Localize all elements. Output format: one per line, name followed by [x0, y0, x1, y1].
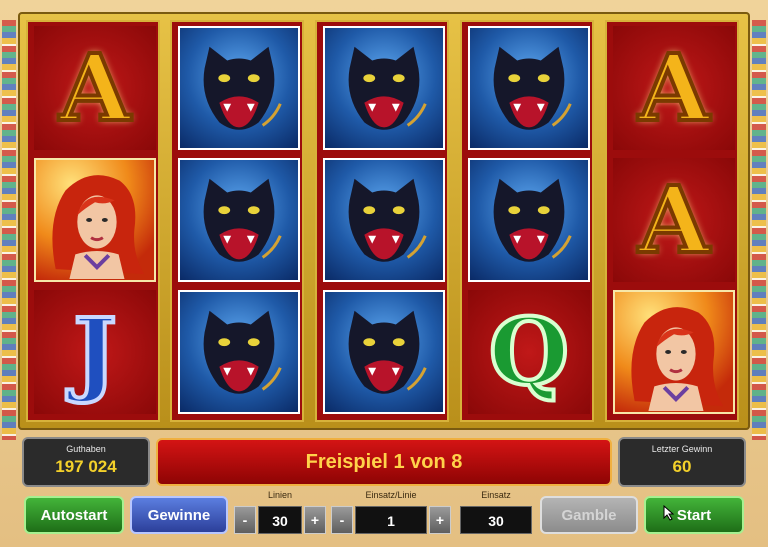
symbol-panther [323, 158, 445, 282]
control-bar: Autostart Gewinne Linien - 30 + Einsatz/… [18, 490, 750, 538]
symbol-panther [468, 158, 590, 282]
reel-4: Q [460, 20, 594, 422]
panther-icon [348, 310, 427, 394]
symbol-letter-a: A [613, 158, 735, 282]
bet-per-line-plus-button[interactable]: + [429, 506, 451, 534]
bet-per-line-label: Einsatz/Linie [365, 490, 417, 500]
symbol-letter-a: A [34, 26, 156, 150]
panther-icon [203, 310, 282, 394]
balance-panel: Guthaben 197 024 [22, 437, 150, 487]
woman-icon [631, 307, 724, 411]
letter-a-text: A [636, 166, 711, 274]
symbol-panther [468, 26, 590, 150]
balance-label: Guthaben [66, 444, 106, 454]
symbol-panther [323, 290, 445, 414]
reel-5: A A [605, 20, 739, 422]
reel-2 [170, 20, 304, 422]
symbol-woman [34, 158, 156, 282]
bet-per-line-stepper: Einsatz/Linie - 1 + [331, 490, 451, 538]
free-spin-banner: Freispiel 1 von 8 [156, 438, 612, 486]
symbol-woman [613, 290, 735, 414]
lines-minus-button[interactable]: - [234, 506, 256, 534]
reel-frame: A J Q A A [18, 12, 750, 430]
last-win-label: Letzter Gewinn [651, 444, 713, 454]
bet-per-line-minus-button[interactable]: - [331, 506, 353, 534]
letter-a-text: A [636, 34, 711, 142]
bet-per-line-value: 1 [355, 506, 427, 534]
panther-icon [203, 46, 282, 130]
symbol-letter-q: Q [468, 290, 590, 414]
symbol-panther [178, 26, 300, 150]
panther-icon [348, 46, 427, 130]
bet-display: Einsatz 30 [460, 490, 532, 538]
lines-label: Linien [267, 490, 293, 500]
panther-icon [348, 178, 427, 262]
woman-icon [52, 175, 145, 279]
autostart-button[interactable]: Autostart [24, 496, 124, 534]
panther-icon [493, 46, 572, 130]
gewinne-button[interactable]: Gewinne [130, 496, 228, 534]
lines-stepper: Linien - 30 + [234, 490, 326, 538]
reel-3 [315, 20, 449, 422]
panther-icon [493, 178, 572, 262]
slot-machine: A J Q A A Guthaben 197 024 Freispiel 1 v… [0, 0, 768, 547]
symbol-letter-j: J [34, 290, 156, 414]
panther-icon [203, 178, 282, 262]
reel-1: A J [26, 20, 160, 422]
mouse-cursor-icon [663, 505, 675, 521]
symbol-letter-a: A [613, 26, 735, 150]
lines-plus-button[interactable]: + [304, 506, 326, 534]
symbol-panther [178, 290, 300, 414]
gamble-button[interactable]: Gamble [540, 496, 638, 534]
letter-j-text: J [71, 298, 119, 406]
start-button[interactable]: Start [644, 496, 744, 534]
bet-value: 30 [460, 506, 532, 534]
lines-value: 30 [258, 506, 302, 534]
symbol-panther [323, 26, 445, 150]
left-line-indicators [2, 20, 16, 440]
right-line-indicators [752, 20, 766, 440]
bet-label: Einsatz [481, 490, 511, 500]
letter-a-text: A [57, 34, 132, 142]
last-win-panel: Letzter Gewinn 60 [618, 437, 746, 487]
letter-q-text: Q [487, 298, 571, 406]
symbol-panther [178, 158, 300, 282]
last-win-value: 60 [672, 457, 692, 476]
balance-value: 197 024 [55, 457, 117, 476]
